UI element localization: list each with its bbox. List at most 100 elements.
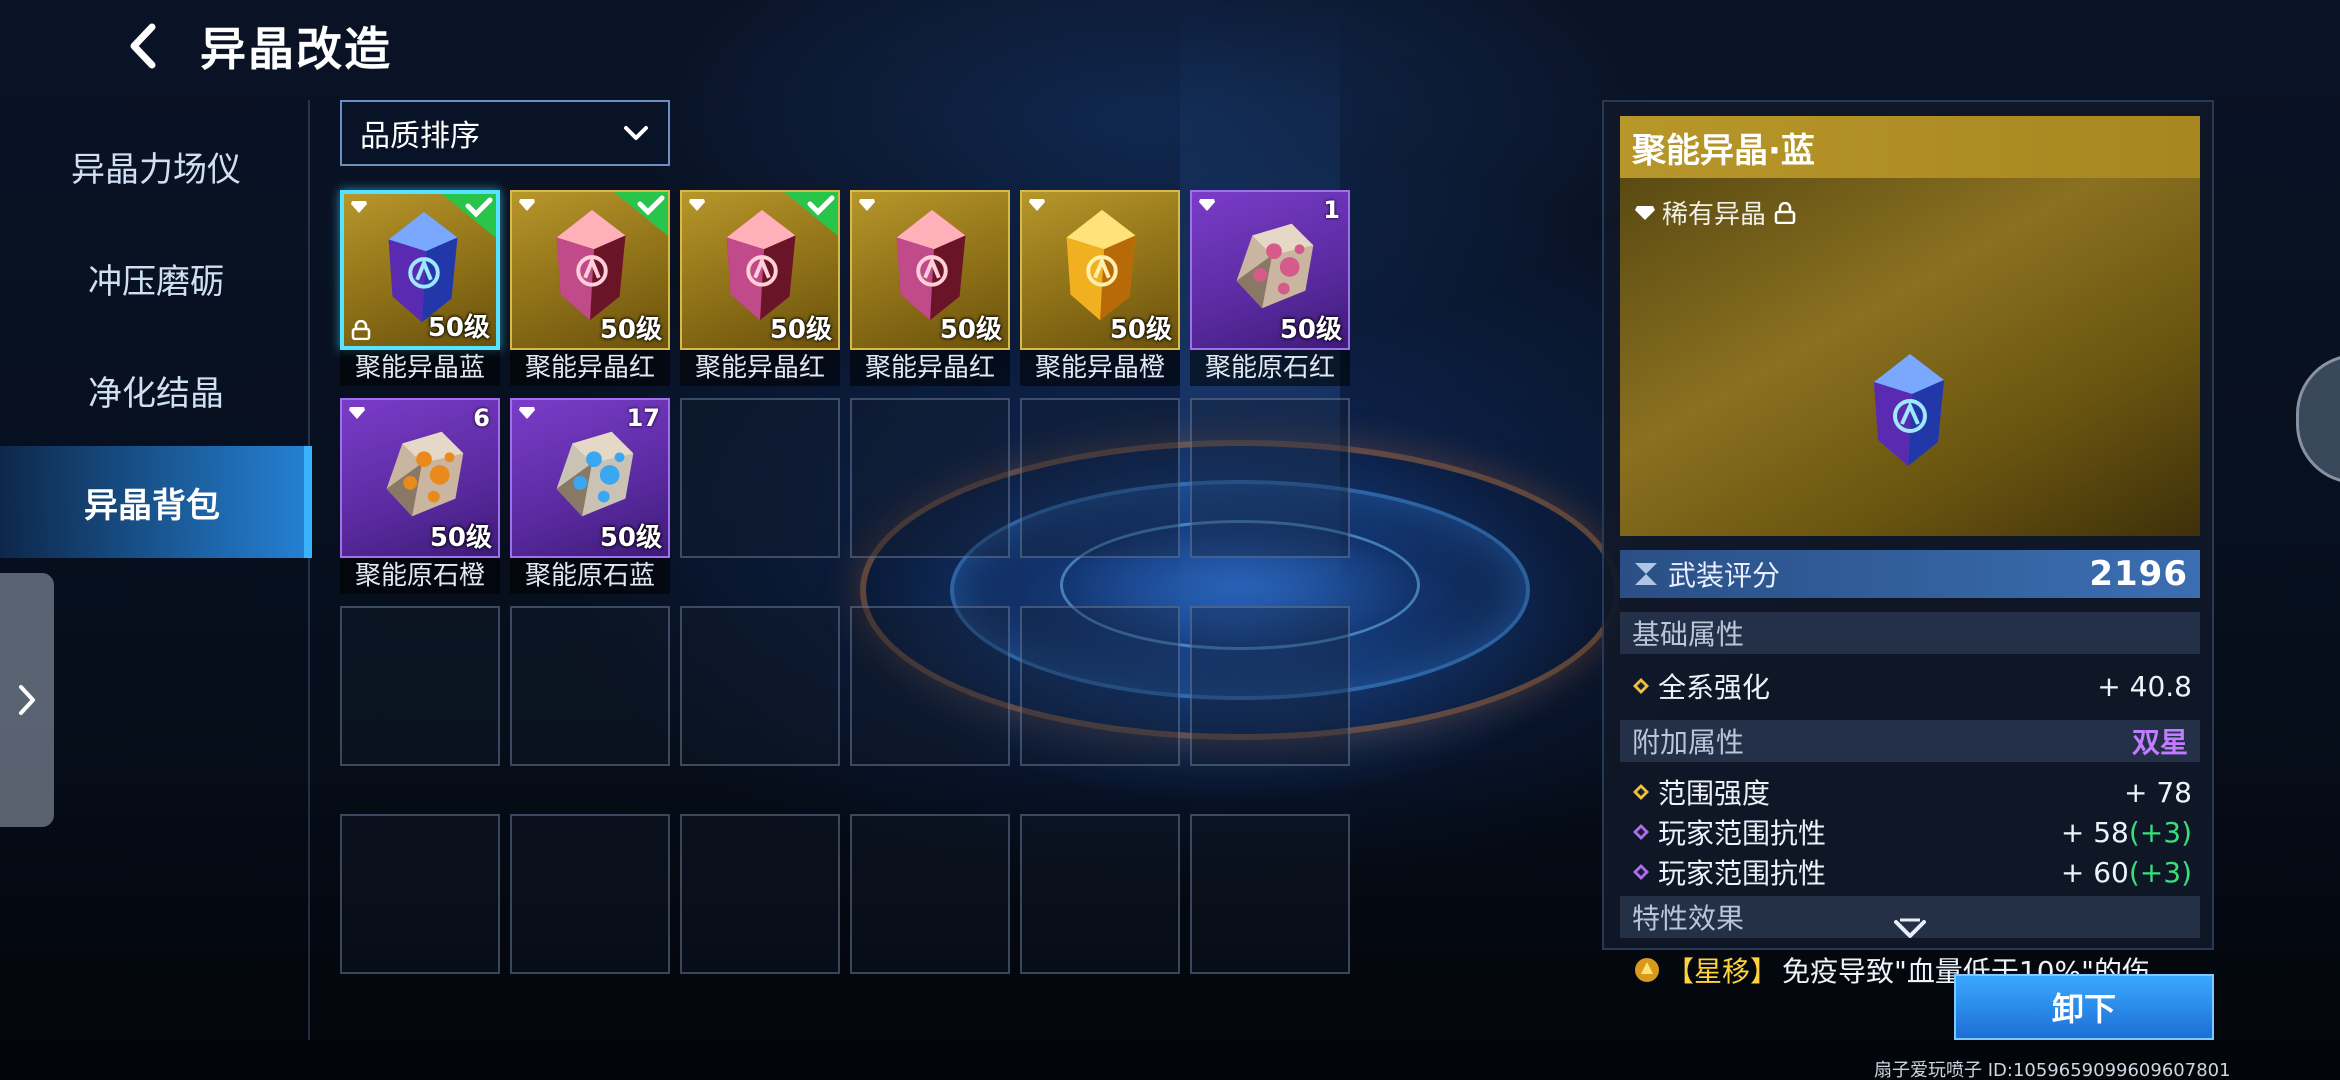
empty-slot[interactable] [1190,398,1350,598]
item-cell[interactable]: 6 50级 [340,398,500,558]
sort-label: 品质排序 [360,119,480,154]
empty-cell[interactable] [1020,606,1180,766]
score-label: 武装评分 [1668,559,1781,592]
diamond-icon [1029,199,1045,211]
attr-diamond-icon [1633,824,1649,840]
nav-item-purify[interactable]: 净化结晶 [0,334,312,446]
empty-slot[interactable] [680,814,840,1014]
watermark: 扇子爱玩喷子 ID:1059659099609607801 [1874,1060,2231,1080]
empty-cell[interactable] [680,606,840,766]
diamond-icon [349,407,365,419]
inventory-item[interactable]: 50级 聚能异晶红 [510,190,670,390]
back-button[interactable] [118,16,168,76]
empty-slot[interactable] [1190,814,1350,1014]
extra-attr-row: 范围强度 + 78 [1632,772,2192,812]
empty-slot[interactable] [680,606,840,806]
empty-cell[interactable] [1190,814,1350,974]
item-cell[interactable]: 50级 [1020,190,1180,350]
diamond-icon [859,199,875,211]
empty-cell[interactable] [340,814,500,974]
back-arrow-icon [130,23,156,69]
item-level: 50级 [939,315,1002,345]
item-name: 聚能原石蓝 [510,558,670,594]
expand-down-icon[interactable] [1892,918,1928,942]
extra-attr-row: 玩家范围抗性 + 60(+3) [1632,852,2192,892]
side-drawer-handle[interactable] [0,573,54,827]
inventory-item[interactable]: 6 50级 聚能原石橙 [340,398,500,598]
empty-cell[interactable] [1020,398,1180,558]
trait-name: 星移 [1694,955,1751,988]
empty-cell[interactable] [510,606,670,766]
empty-slot[interactable] [1020,814,1180,1014]
empty-cell[interactable] [1190,398,1350,558]
item-cell[interactable]: 50级 [340,190,500,350]
empty-slot[interactable] [1020,398,1180,598]
empty-cell[interactable] [850,606,1010,766]
red-crystal-icon [896,209,966,321]
diamond-icon [351,201,367,213]
empty-slot[interactable] [510,606,670,806]
inventory-item[interactable]: 50级 聚能异晶红 [850,190,1010,390]
attr-bonus: (+3) [2128,815,2192,849]
inventory-item[interactable]: 17 50级 聚能原石蓝 [510,398,670,598]
orange-crystal-icon [1066,209,1136,321]
item-level: 50级 [429,523,492,553]
unload-button[interactable]: 卸下 [1954,974,2214,1040]
inventory-item[interactable]: 1 50级 聚能原石红 [1190,190,1350,390]
blue-crystal-icon [1874,354,1944,466]
hourglass-icon [1635,563,1657,585]
item-count: 17 [626,404,660,432]
base-attr-header: 基础属性 [1620,612,2200,654]
item-count: 1 [1323,196,1340,224]
side-nav: 异晶力场仪 冲压磨砺 净化结晶 异晶背包 [0,110,312,558]
page-title: 异晶改造 [200,22,392,76]
item-cell[interactable]: 50级 [680,190,840,350]
lock-icon [351,320,371,340]
empty-cell[interactable] [680,398,840,558]
item-name: 聚能异晶红 [680,350,840,386]
base-attr-title: 基础属性 [1632,618,1745,651]
empty-slot[interactable] [1020,606,1180,806]
empty-cell[interactable] [850,814,1010,974]
empty-slot[interactable] [510,814,670,1014]
sort-dropdown[interactable]: 品质排序 [340,100,670,166]
empty-cell[interactable] [1190,606,1350,766]
nav-item-force-field[interactable]: 异晶力场仪 [0,110,312,222]
equipped-check-icon [442,194,496,238]
empty-cell[interactable] [340,606,500,766]
extra-attr-row: 玩家范围抗性 + 58(+3) [1632,812,2192,852]
rarity-text: 稀有异晶 [1662,200,1767,230]
attr-value-wrap: + 58(+3) [2061,816,2192,849]
trait-name-bracket: 【星移】 [1666,955,1779,988]
item-name: 聚能异晶橙 [1020,350,1180,386]
item-cell[interactable]: 17 50级 [510,398,670,558]
empty-slot[interactable] [850,814,1010,1014]
empty-cell[interactable] [510,814,670,974]
inventory-item[interactable]: 50级 聚能异晶红 [680,190,840,390]
empty-slot[interactable] [680,398,840,598]
empty-slot[interactable] [850,398,1010,598]
empty-cell[interactable] [850,398,1010,558]
empty-slot[interactable] [340,814,500,1014]
inventory-item[interactable]: 50级 聚能异晶蓝 [340,190,500,390]
item-name: 聚能异晶蓝 [340,350,500,386]
item-cell[interactable]: 50级 [510,190,670,350]
item-level: 50级 [1279,315,1342,345]
nav-item-label: 净化结晶 [88,373,224,414]
empty-slot[interactable] [850,606,1010,806]
item-cell[interactable]: 50级 [850,190,1010,350]
attr-name: 范围强度 [1658,777,1771,810]
nav-item-crystal-bag[interactable]: 异晶背包 [0,446,312,558]
empty-slot[interactable] [340,606,500,806]
inventory-item[interactable]: 50级 聚能异晶橙 [1020,190,1180,390]
score-value: 2196 [2089,554,2188,594]
diamond-icon [1199,199,1215,211]
nav-item-label: 冲压磨砺 [88,261,224,302]
empty-cell[interactable] [680,814,840,974]
attr-value: + 60 [2060,855,2129,889]
item-cell[interactable]: 1 50级 [1190,190,1350,350]
empty-slot[interactable] [1190,606,1350,806]
nav-item-stamping[interactable]: 冲压磨砺 [0,222,312,334]
empty-cell[interactable] [1020,814,1180,974]
item-preview: 稀有异晶 [1620,178,2200,536]
